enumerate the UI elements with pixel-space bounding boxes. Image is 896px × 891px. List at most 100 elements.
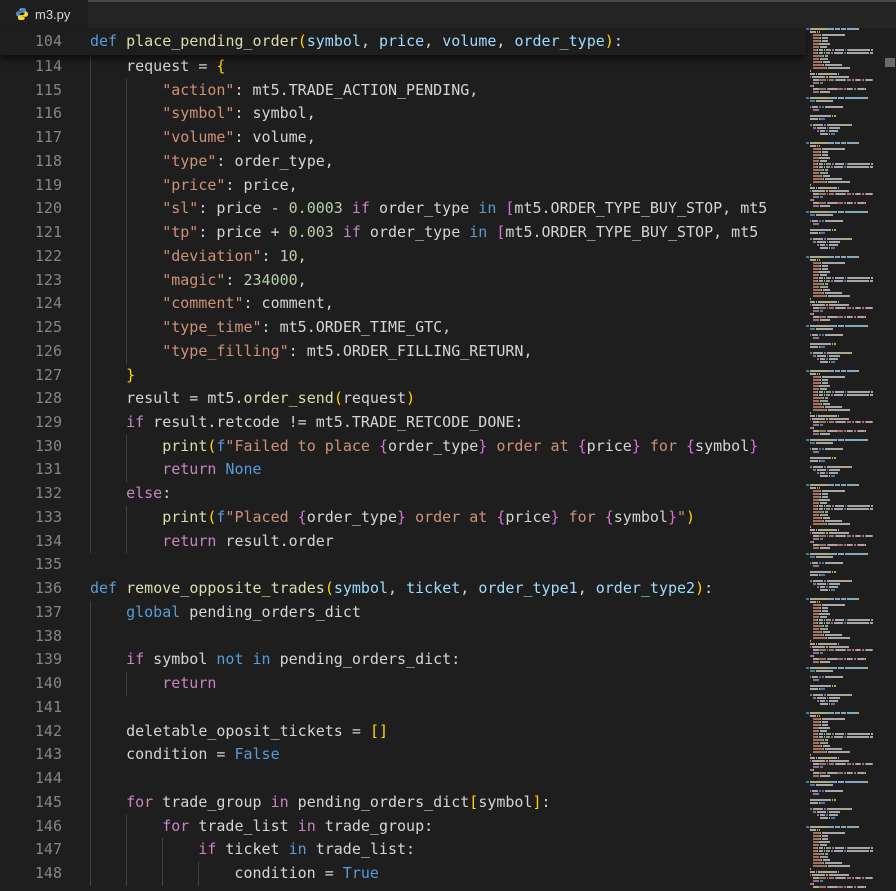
line-number[interactable]: 132 [0, 482, 62, 506]
code-line[interactable]: 114request = { [0, 55, 806, 79]
code-line[interactable]: 118"type": order_type, [0, 150, 806, 174]
indent-guide [90, 269, 91, 293]
code-line[interactable]: 127} [0, 364, 806, 388]
line-number[interactable]: 119 [0, 174, 62, 198]
line-number[interactable]: 146 [0, 815, 62, 839]
minimap-line [806, 844, 884, 846]
token: "action" [162, 81, 234, 99]
code-line[interactable]: 145for trade_group in pending_orders_dic… [0, 791, 806, 815]
line-number[interactable]: 145 [0, 791, 62, 815]
code-line[interactable]: 120"sl": price - 0.0003 if order_type in… [0, 197, 806, 221]
line-number[interactable]: 128 [0, 387, 62, 411]
code-line[interactable]: 142deletable_oposit_tickets = [] [0, 720, 806, 744]
minimap[interactable] [806, 28, 884, 891]
line-number[interactable]: 131 [0, 458, 62, 482]
minimap-line [806, 427, 884, 429]
code-area[interactable]: 114request = {115"action": mt5.TRADE_ACT… [0, 55, 806, 891]
token: : comment, [243, 294, 333, 312]
tab-m3py[interactable]: m3.py [0, 0, 88, 28]
line-number[interactable]: 114 [0, 55, 62, 79]
line-number[interactable]: 139 [0, 648, 62, 672]
code-line[interactable]: 126"type_filling": mt5.ORDER_FILLING_RET… [0, 340, 806, 364]
line-number[interactable]: 124 [0, 292, 62, 316]
code-line[interactable]: 125"type_time": mt5.ORDER_TIME_GTC, [0, 316, 806, 340]
code-line[interactable]: 116"symbol": symbol, [0, 102, 806, 126]
indent-guide [126, 174, 127, 198]
line-number[interactable]: 143 [0, 743, 62, 767]
minimap-line [806, 832, 884, 834]
line-number[interactable]: 115 [0, 79, 62, 103]
line-number[interactable]: 141 [0, 696, 62, 720]
sticky-scroll[interactable]: 104def place_pending_order(symbol, price… [0, 28, 806, 55]
minimap-line [806, 154, 884, 156]
token: symbol [144, 650, 216, 668]
line-number[interactable]: 135 [0, 553, 62, 577]
line-number[interactable]: 134 [0, 530, 62, 554]
line-number[interactable]: 136 [0, 577, 62, 601]
line-number[interactable]: 138 [0, 625, 62, 649]
line-number[interactable]: 117 [0, 126, 62, 150]
line-number[interactable]: 129 [0, 411, 62, 435]
minimap-line [806, 298, 884, 300]
line-number[interactable]: 133 [0, 506, 62, 530]
code-line[interactable]: 122 "deviation": 10, [0, 245, 806, 269]
code-line[interactable]: 134return result.order [0, 530, 806, 554]
code-line[interactable]: 133print(f"Placed {order_type} order at … [0, 506, 806, 530]
code-line[interactable]: 137global pending_orders_dict [0, 601, 806, 625]
code-line[interactable]: 147if ticket in trade_list: [0, 838, 806, 862]
minimap-line [806, 880, 884, 882]
code-line[interactable]: 143condition = False [0, 743, 806, 767]
code-line[interactable]: 138 [0, 625, 806, 649]
code-line[interactable]: 128result = mt5.order_send(request) [0, 387, 806, 411]
minimap-line [806, 283, 884, 285]
code-line[interactable]: 121"tp": price + 0.003 if order_type in … [0, 221, 806, 245]
scrollbar-thumb[interactable] [885, 58, 895, 67]
minimap-line [806, 730, 884, 732]
indent-guide [126, 340, 127, 364]
code-line[interactable]: 117"volume": volume, [0, 126, 806, 150]
minimap-line [806, 235, 884, 237]
code-line[interactable]: 144 [0, 767, 806, 791]
code-line[interactable]: 135 [0, 553, 806, 577]
line-number[interactable]: 121 [0, 221, 62, 245]
line-number[interactable]: 147 [0, 838, 62, 862]
code-line[interactable]: 131return None [0, 458, 806, 482]
line-number[interactable]: 123 [0, 269, 62, 293]
code-line[interactable]: 132else: [0, 482, 806, 506]
minimap-line [806, 388, 884, 390]
line-number[interactable]: 148 [0, 862, 62, 886]
vertical-scrollbar[interactable] [884, 28, 896, 891]
line-number[interactable]: 118 [0, 150, 62, 174]
minimap-line [806, 70, 884, 72]
code-line[interactable]: 136def remove_opposite_trades(symbol, ti… [0, 577, 806, 601]
code-line[interactable]: 124"comment": comment, [0, 292, 806, 316]
line-number[interactable]: 122 [0, 245, 62, 269]
code-line[interactable]: 141 [0, 696, 806, 720]
indent-guide [90, 435, 91, 459]
code-line[interactable]: 148condition = True [0, 862, 806, 886]
code-line[interactable]: 115"action": mt5.TRADE_ACTION_PENDING, [0, 79, 806, 103]
line-number[interactable]: 126 [0, 340, 62, 364]
line-number[interactable]: 125 [0, 316, 62, 340]
code-line[interactable]: 140return [0, 672, 806, 696]
line-number[interactable]: 120 [0, 197, 62, 221]
code-line[interactable]: 139if symbol not in pending_orders_dict: [0, 648, 806, 672]
line-number[interactable]: 127 [0, 364, 62, 388]
line-number[interactable]: 140 [0, 672, 62, 696]
code-line[interactable]: 146for trade_list in trade_group: [0, 815, 806, 839]
code-line[interactable]: 123"magic": 234000, [0, 269, 806, 293]
line-number[interactable]: 142 [0, 720, 62, 744]
code-line[interactable]: 104def place_pending_order(symbol, price… [0, 28, 806, 55]
line-number[interactable]: 116 [0, 102, 62, 126]
minimap-line [806, 250, 884, 252]
indent-guide [90, 126, 91, 150]
line-number[interactable]: 130 [0, 435, 62, 459]
line-number[interactable]: 144 [0, 767, 62, 791]
code-line[interactable]: 129if result.retcode != mt5.TRADE_RETCOD… [0, 411, 806, 435]
code-line[interactable]: 130print(f"Failed to place {order_type} … [0, 435, 806, 459]
line-number[interactable]: 104 [0, 28, 62, 55]
code-line[interactable]: 119"price": price, [0, 174, 806, 198]
line-number[interactable]: 137 [0, 601, 62, 625]
token: " [677, 508, 686, 526]
code-text: "deviation": 10, [162, 245, 307, 269]
